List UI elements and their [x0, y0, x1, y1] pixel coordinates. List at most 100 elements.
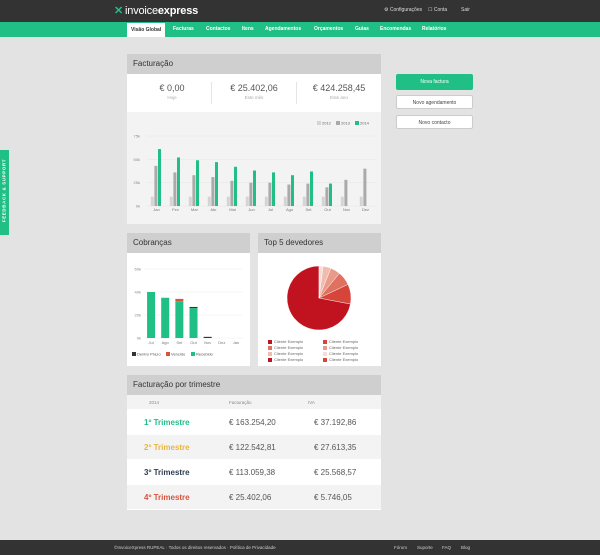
- x-tick-label: Dez: [218, 340, 225, 345]
- quarter-billing: € 163.254,20: [229, 418, 276, 427]
- settings-link[interactable]: ⚙ Configurações: [384, 7, 422, 13]
- y-tick-label: 25k: [134, 180, 140, 185]
- quarterly-row: 1º Trimestre € 163.254,20 € 37.192,86: [127, 410, 381, 434]
- x-tick-label: Ago: [162, 340, 170, 345]
- quarter-vat: € 37.192,86: [314, 418, 357, 427]
- y-tick-label: 50k: [134, 157, 140, 162]
- nav-orders[interactable]: Encomendas: [380, 22, 411, 37]
- footer-link-forum[interactable]: Fórum: [394, 545, 407, 550]
- quarter-vat: € 25.568,57: [314, 468, 357, 477]
- feedback-tab[interactable]: FEEDBACK & SUPPORT: [0, 150, 9, 235]
- copyright: ©InvoiceXpress RUPEAL · Todos os direito…: [114, 545, 276, 550]
- bar-2014-Jul: [272, 172, 275, 206]
- logout-link[interactable]: Sair: [461, 7, 470, 13]
- debtor-legend-item: Cliente Exemplo: [268, 339, 303, 344]
- x-tick-label: Mar: [191, 207, 199, 212]
- bar-2012-Jun: [245, 196, 249, 206]
- bar-2014-Set: [310, 171, 313, 206]
- legend-swatch: [191, 352, 195, 356]
- x-tick-label: Ago: [286, 207, 294, 212]
- nav-invoices[interactable]: Facturas: [173, 22, 194, 37]
- quarterly-header-row: 2014 Facturação IVA: [127, 395, 381, 409]
- new-schedule-button[interactable]: Novo agendamento: [396, 95, 473, 109]
- bar-Recebido-Ago: [161, 297, 170, 338]
- bar-2013-Set: [306, 183, 310, 206]
- legend-swatch: [323, 351, 327, 356]
- bar-2012-Fev: [169, 196, 173, 206]
- billing-chart: 0k 25k 50k 75k Jan Fev Mar Abr Mai Jun Jul Ago Set Ou…: [134, 121, 375, 212]
- legend-swatch: [268, 345, 272, 350]
- new-invoice-button[interactable]: Nova factura: [396, 74, 473, 90]
- bar-2014-Out: [329, 183, 332, 206]
- nav-schedules[interactable]: Agendamentos: [265, 22, 301, 37]
- debtor-legend-item: Cliente Exemplo: [268, 351, 303, 356]
- nav-items[interactable]: Itens: [242, 22, 254, 37]
- x-tick-label: Dez: [362, 207, 369, 212]
- bar-2013-Jun: [249, 182, 253, 206]
- y-tick-label: 20k: [135, 313, 141, 318]
- x-tick-label: Nov: [343, 207, 350, 212]
- footer-link-support[interactable]: Suporte: [417, 545, 433, 550]
- quarterly-header-year: 2014: [149, 400, 160, 405]
- nav-contacts[interactable]: Contactos: [206, 22, 230, 37]
- bar-2014-Fev: [177, 157, 180, 206]
- bar-Dentro Prazo-Nov: [203, 336, 212, 338]
- bar-2012-Nov: [340, 196, 344, 206]
- footer-link-blog[interactable]: Blog: [461, 545, 470, 550]
- legend-label: Cliente Exemplo: [329, 345, 359, 350]
- debtor-legend-item: Cliente Exemplo: [323, 339, 358, 344]
- legend-label: Cliente Exemplo: [274, 339, 304, 344]
- bar-2014-Mai: [234, 166, 237, 206]
- legend-swatch: [336, 121, 340, 125]
- quarter-vat: € 5.746,05: [314, 493, 352, 502]
- quarterly-header-billing: Facturação: [229, 400, 252, 405]
- quarter-label: 1º Trimestre: [144, 418, 190, 427]
- bar-2014-Abr: [215, 162, 218, 206]
- legend-swatch: [323, 345, 327, 350]
- bar-Recebido-Out: [189, 308, 198, 338]
- quarter-billing: € 25.402,06: [229, 493, 272, 502]
- x-tick-label: Jan: [153, 207, 159, 212]
- collections-title: Cobranças: [127, 233, 250, 253]
- legend-swatch: [166, 352, 170, 356]
- bar-2014-Ago: [291, 175, 294, 206]
- x-tick-label: Jun: [248, 207, 254, 212]
- debtor-legend-item: Cliente Exemplo: [323, 357, 358, 362]
- logo[interactable]: ✕ invoiceexpress: [114, 4, 198, 17]
- x-tick-label: Jul: [268, 207, 273, 212]
- y-tick-label: 75k: [134, 134, 140, 139]
- bar-2012-Abr: [207, 196, 211, 206]
- legend-label: Cliente Exemplo: [274, 345, 304, 350]
- nav-overview[interactable]: Visão Global: [127, 23, 166, 37]
- x-tick-label: Fev: [172, 207, 179, 212]
- main-nav: Visão Global Facturas Contactos Itens Ag…: [0, 22, 600, 37]
- nav-quotes[interactable]: Orçamentos: [314, 22, 343, 37]
- quarter-label: 4º Trimestre: [144, 493, 190, 502]
- bar-2013-Jan: [154, 165, 158, 206]
- kpi-year: € 424.258,45 Este ano: [312, 83, 366, 100]
- new-contact-button[interactable]: Novo contacto: [396, 115, 473, 129]
- debtors-pie: [286, 265, 352, 331]
- legend-swatch: [132, 352, 136, 356]
- footer-link-faq[interactable]: FAQ: [442, 545, 451, 550]
- bar-2013-Fev: [173, 172, 177, 206]
- legend-swatch: [268, 351, 272, 356]
- bar-2012-Jan: [150, 196, 154, 206]
- bar-2013-Ago: [287, 184, 291, 206]
- legend-swatch: [355, 121, 359, 125]
- quarterly-row: 2º Trimestre € 122.542,81 € 27.613,35: [127, 435, 381, 459]
- quarterly-row: 3º Trimestre € 113.059,38 € 25.568,57: [127, 460, 381, 484]
- nav-reports[interactable]: Relatórios: [422, 22, 446, 37]
- kpi-today: € 0,00 Hoje: [159, 83, 185, 100]
- legend-label: 2013: [341, 121, 351, 126]
- quarterly-title: Facturação por trimestre: [127, 375, 381, 395]
- bar-2012-Out: [321, 196, 325, 206]
- billing-title: Facturação: [127, 54, 381, 74]
- bar-2014-Jan: [158, 149, 161, 206]
- nav-guides[interactable]: Guias: [355, 22, 369, 37]
- debtor-legend-item: Cliente Exemplo: [268, 345, 303, 350]
- y-tick-label: 40k: [135, 290, 141, 295]
- bar-2013-Mar: [192, 175, 196, 206]
- account-link[interactable]: ☐ Conta: [428, 7, 447, 13]
- bar-2012-Set: [302, 196, 306, 206]
